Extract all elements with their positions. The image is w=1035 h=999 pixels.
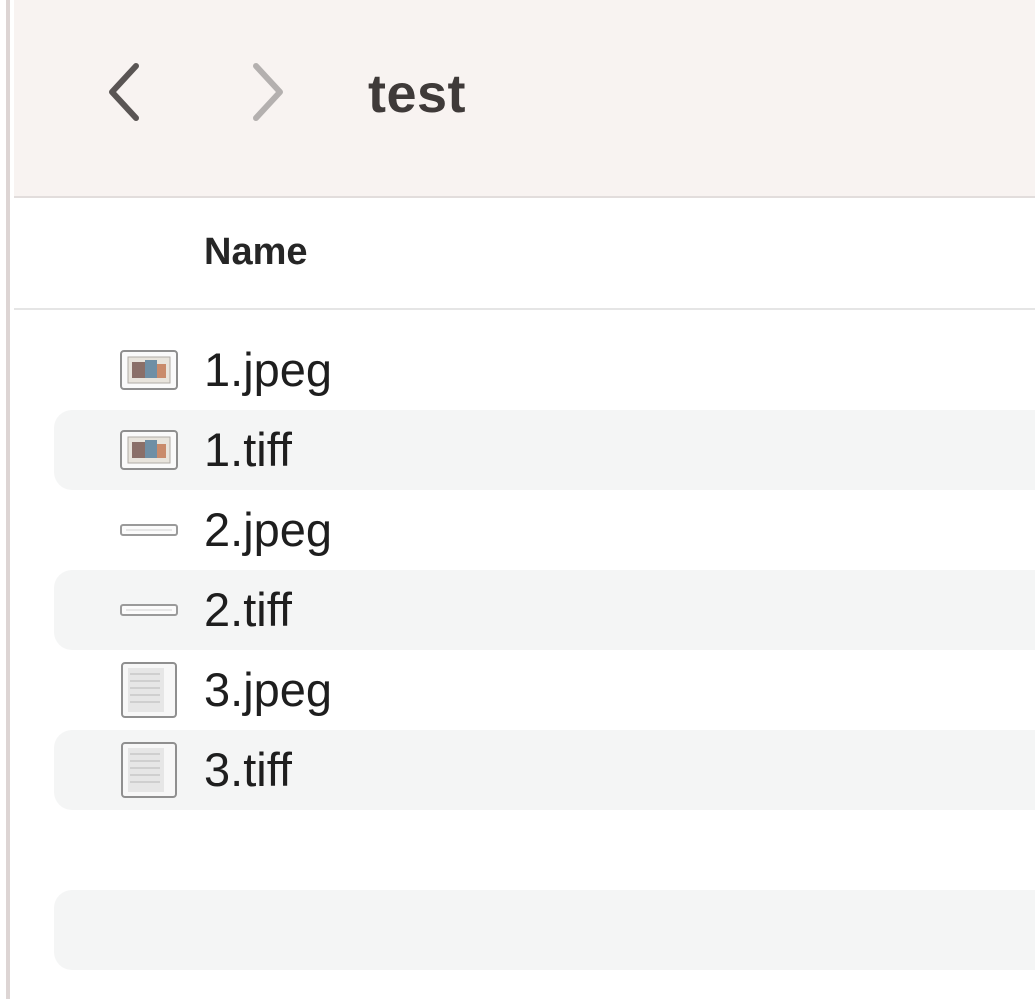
- document-thumbnail-icon: [120, 742, 178, 798]
- document-thumbnail-icon: [120, 662, 178, 718]
- window-title: test: [368, 64, 467, 124]
- file-row[interactable]: 2.jpeg: [54, 490, 1035, 570]
- image-thumbnail-icon: [120, 346, 178, 394]
- forward-button[interactable]: [240, 56, 296, 128]
- file-row[interactable]: 2.tiff: [54, 570, 1035, 650]
- window-left-edge: [0, 0, 10, 999]
- back-button[interactable]: [96, 56, 152, 128]
- list-header: Name: [14, 198, 1035, 310]
- thin-strip-thumbnail-icon: [120, 586, 178, 634]
- file-row[interactable]: 3.tiff: [54, 730, 1035, 810]
- finder-window: test Name 1.jpeg 1.tiff 2.jpeg 2.tiff 3.…: [0, 0, 1035, 999]
- file-name: 3.tiff: [204, 743, 292, 796]
- file-name: 3.jpeg: [204, 663, 333, 716]
- empty-row-stripe: [54, 890, 1035, 970]
- chevron-right-icon: [253, 63, 283, 121]
- image-thumbnail-icon: [120, 426, 178, 474]
- file-row[interactable]: 1.jpeg: [54, 330, 1035, 410]
- file-name: 1.tiff: [204, 423, 292, 476]
- thin-strip-thumbnail-icon: [120, 506, 178, 554]
- file-name: 2.jpeg: [204, 503, 333, 556]
- file-row[interactable]: 1.tiff: [54, 410, 1035, 490]
- file-name: 1.jpeg: [204, 343, 333, 396]
- chevron-left-icon: [109, 63, 139, 121]
- file-row[interactable]: 3.jpeg: [54, 650, 1035, 730]
- toolbar: test: [14, 0, 1035, 198]
- column-header-name[interactable]: Name: [204, 228, 308, 276]
- file-name: 2.tiff: [204, 583, 292, 636]
